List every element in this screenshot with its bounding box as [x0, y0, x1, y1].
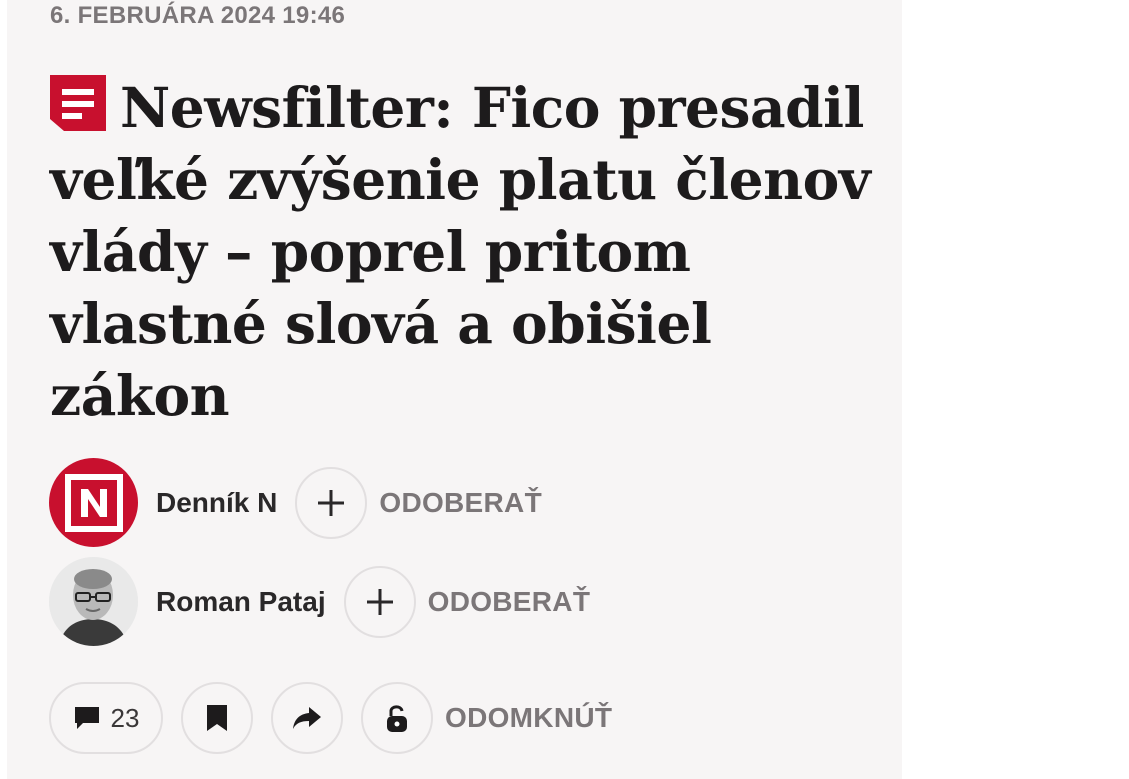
article-title-text: Newsfilter: Fico presadil veľké zvýšenie…	[50, 75, 871, 428]
author-name[interactable]: Roman Pataj	[156, 586, 326, 618]
bookmark-button[interactable]	[181, 682, 253, 754]
unlock-label[interactable]: ODOMKNÚŤ	[445, 702, 612, 734]
subscribe-label[interactable]: ODOBERAŤ	[428, 586, 591, 618]
unlock-button[interactable]	[361, 682, 433, 754]
newsfilter-document-icon	[50, 75, 106, 131]
comments-button[interactable]: 23	[49, 682, 163, 754]
share-icon	[293, 707, 321, 729]
author-name[interactable]: Denník N	[156, 487, 277, 519]
author-row-dennik-n: Denník N ODOBERAŤ	[49, 458, 542, 547]
comments-count: 23	[110, 702, 140, 733]
n-logo-icon	[64, 473, 123, 532]
article-date: 6. FEBRUÁRA 2024 19:46	[50, 2, 346, 29]
plus-icon	[366, 588, 393, 615]
follow-button[interactable]	[343, 565, 416, 638]
follow-button[interactable]	[295, 466, 368, 539]
unlock-icon	[387, 705, 407, 732]
comment-icon	[74, 707, 99, 729]
share-button[interactable]	[271, 682, 343, 754]
author-row-roman-pataj: Roman Pataj ODOBERAŤ	[49, 557, 590, 646]
author-avatar[interactable]	[49, 557, 138, 646]
plus-icon	[318, 489, 345, 516]
bookmark-icon	[207, 705, 227, 731]
article-card: 6. FEBRUÁRA 2024 19:46 Newsfilter: Fico …	[7, 0, 902, 779]
article-actions-bar: 23 ODOMKNÚŤ	[49, 682, 612, 754]
author-photo-icon	[49, 557, 138, 646]
dennik-n-logo[interactable]	[49, 458, 138, 547]
subscribe-label[interactable]: ODOBERAŤ	[379, 487, 542, 519]
article-title[interactable]: Newsfilter: Fico presadil veľké zvýšenie…	[50, 72, 900, 432]
